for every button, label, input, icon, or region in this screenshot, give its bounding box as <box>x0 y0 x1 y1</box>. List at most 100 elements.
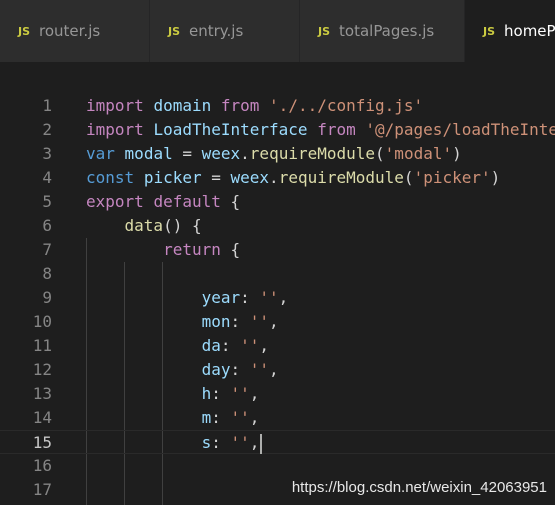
code-line[interactable]: 8 <box>0 262 555 286</box>
line-code: day: '', <box>86 358 279 382</box>
javascript-file-icon: JS <box>18 24 31 38</box>
code-line[interactable]: 7 return { <box>0 238 555 262</box>
code-line[interactable]: 2 import LoadTheInterface from '@/pages/l… <box>0 118 555 142</box>
line-number: 3 <box>42 144 52 163</box>
code-token: weex <box>201 144 241 163</box>
line-code: s: '', <box>86 431 263 455</box>
line-number: 8 <box>42 264 52 283</box>
code-token: picker <box>143 168 202 187</box>
code-token: ( <box>375 144 385 163</box>
code-token: : <box>240 288 260 307</box>
code-token: : <box>230 312 250 331</box>
tab-label: homeP <box>504 22 555 40</box>
code-token: '' <box>249 312 270 331</box>
code-line-current[interactable]: 15 s: '', <box>0 430 555 454</box>
line-code: var modal = weex.requireModule('modal') <box>86 142 462 166</box>
code-line[interactable]: 6 data() { <box>0 214 555 238</box>
javascript-file-icon: JS <box>483 24 496 38</box>
code-token: . <box>269 168 279 187</box>
code-line[interactable]: 14 m: '', <box>0 406 555 430</box>
text-cursor <box>260 433 263 454</box>
code-line[interactable]: 3 var modal = weex.requireModule('modal') <box>0 142 555 166</box>
code-line[interactable]: 13 h: '', <box>0 382 555 406</box>
code-token: './../config.js' <box>269 96 424 115</box>
line-code: year: '', <box>86 286 289 310</box>
tab-homepage-js[interactable]: JS homeP <box>465 0 555 62</box>
code-token: year <box>201 288 241 307</box>
code-token: = <box>172 144 202 163</box>
code-token: weex <box>230 168 270 187</box>
code-editor[interactable]: 1 import domain from './../config.js' 2 imp… <box>0 62 555 505</box>
code-token: mon <box>201 312 231 331</box>
code-token: const <box>86 168 135 187</box>
code-line[interactable]: 5 export default { <box>0 190 555 214</box>
line-code: da: '', <box>86 334 269 358</box>
line-number: 4 <box>42 168 52 187</box>
code-token: '' <box>259 288 279 307</box>
code-token: import <box>86 120 144 139</box>
javascript-file-icon: JS <box>318 24 331 38</box>
code-token: default <box>153 192 221 211</box>
line-number: 11 <box>32 336 52 355</box>
line-number: 13 <box>32 384 52 403</box>
code-token: = <box>201 168 231 187</box>
code-token: ) <box>490 168 501 187</box>
line-code: const picker = weex.requireModule('picke… <box>86 166 500 190</box>
code-line[interactable]: 10 mon: '', <box>0 310 555 334</box>
code-token: : <box>230 360 250 379</box>
tab-label: entry.js <box>189 22 244 40</box>
watermark-url: https://blog.csdn.net/weixin_42063951 <box>291 479 547 496</box>
code-token: , <box>269 360 279 379</box>
line-number: 9 <box>42 288 52 307</box>
code-token: , <box>278 288 289 307</box>
code-token: : <box>211 433 231 452</box>
line-code: import domain from './../config.js' <box>86 94 423 118</box>
code-line[interactable]: 4 const picker = weex.requireModule('pick… <box>0 166 555 190</box>
tab-entry-js[interactable]: JS entry.js <box>150 0 300 62</box>
line-code: h: '', <box>86 382 260 406</box>
line-number: 17 <box>32 480 52 499</box>
code-line[interactable]: 16 <box>0 454 555 478</box>
line-code: import LoadTheInterface from '@/pages/lo… <box>86 118 555 142</box>
code-token: ) <box>452 144 462 163</box>
code-line[interactable]: 1 import domain from './../config.js' <box>0 94 555 118</box>
tab-router-js[interactable]: JS router.js <box>0 0 150 62</box>
code-line[interactable]: 9 year: '', <box>0 286 555 310</box>
code-token: return <box>163 240 221 259</box>
code-token: : <box>211 384 231 403</box>
line-number: 1 <box>42 96 52 115</box>
code-token: : <box>211 408 231 427</box>
code-token: import <box>86 96 144 115</box>
code-token: m <box>201 408 212 427</box>
line-code: mon: '', <box>86 310 279 334</box>
code-token: , <box>249 433 260 452</box>
code-token: from <box>220 96 260 115</box>
tab-totalpages-js[interactable]: JS totalPages.js <box>300 0 465 62</box>
code-token: , <box>259 336 270 355</box>
line-number: 16 <box>32 456 52 475</box>
code-token: da <box>201 336 221 355</box>
code-token: { <box>220 192 241 211</box>
code-token: data <box>124 216 164 235</box>
code-token: s <box>201 433 212 452</box>
code-line[interactable]: 11 da: '', <box>0 334 555 358</box>
code-token: '' <box>230 384 250 403</box>
code-token: , <box>249 408 260 427</box>
code-token: ( <box>403 168 414 187</box>
code-line[interactable]: 12 day: '', <box>0 358 555 382</box>
code-token: '' <box>240 336 260 355</box>
code-token: '' <box>249 360 270 379</box>
code-token: '' <box>230 408 250 427</box>
code-token: '' <box>230 433 250 452</box>
code-token: 'picker' <box>413 168 491 187</box>
code-token: requireModule <box>249 144 376 163</box>
code-token: '@/pages/loadTheInte <box>365 120 555 139</box>
